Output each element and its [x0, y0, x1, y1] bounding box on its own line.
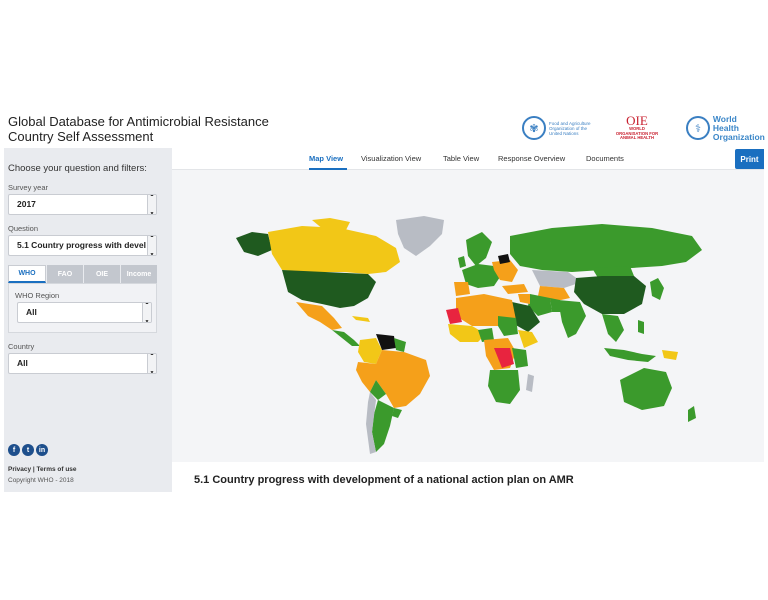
who-region-select[interactable]: All ▲ ▼ [17, 302, 152, 323]
map-region-east-africa[interactable] [512, 348, 528, 368]
who-logo-text: World Health Organization [712, 113, 765, 142]
map-region-usa[interactable] [282, 270, 376, 308]
footer-links[interactable]: Privacy | Terms of use [8, 466, 77, 473]
question-select[interactable]: 5.1 Country progress with devel ▲ ▼ [8, 235, 157, 256]
tab-documents[interactable]: Documents [586, 154, 624, 163]
organization-tabs: WHO FAO OIE Income [8, 265, 157, 283]
map-region-sudan[interactable] [498, 316, 518, 336]
map-region-australia[interactable] [620, 368, 672, 410]
sidebar: Choose your question and filters: Survey… [4, 148, 172, 492]
oie-logo[interactable]: OIE WORLD ORGANISATION FOR ANIMAL HEALTH [614, 114, 660, 142]
map-region-india[interactable] [558, 300, 586, 338]
tab-oie[interactable]: OIE [84, 265, 120, 283]
world-map-svg[interactable] [172, 170, 764, 462]
survey-year-select[interactable]: 2017 ▲ ▼ [8, 194, 157, 215]
map-region-uk[interactable] [458, 256, 466, 268]
tab-income[interactable]: Income [121, 265, 157, 283]
who-emblem-icon: ⚕ [686, 116, 710, 140]
main-content: Map View Visualization View Table View R… [172, 148, 764, 492]
map-region-brazil[interactable] [376, 350, 430, 408]
fao-logo-text: Food and Agriculture Organization of the… [549, 120, 591, 136]
fao-logo[interactable]: ✾ Food and Agriculture Organization of t… [522, 114, 599, 142]
oie-logo-text: WORLD ORGANISATION FOR ANIMAL HEALTH [615, 126, 659, 141]
map-region-greenland[interactable] [396, 216, 444, 256]
chevron-updown-icon[interactable]: ▲ ▼ [147, 195, 156, 214]
map-region-russia[interactable] [510, 224, 702, 272]
tab-response-overview[interactable]: Response Overview [498, 154, 565, 163]
map-region-kazakhstan[interactable] [532, 270, 582, 288]
question-label: Question [8, 224, 39, 233]
map-region-central-america[interactable] [332, 330, 360, 346]
country-label: Country [8, 342, 35, 351]
survey-year-label: Survey year [8, 183, 49, 192]
title-line-1: Global Database for Antimicrobial Resist… [8, 114, 269, 129]
map-region-ethiopia[interactable] [518, 330, 538, 348]
map-region-korea-japan[interactable] [650, 278, 664, 300]
map-region-iberia[interactable] [454, 282, 470, 296]
country-select[interactable]: All ▲ ▼ [8, 353, 157, 374]
map-region-southern-africa[interactable] [488, 370, 520, 404]
twitter-icon[interactable]: t [22, 444, 34, 456]
chevron-updown-icon[interactable]: ▲ ▼ [147, 236, 156, 255]
who-logo[interactable]: ⚕ World Health Organization [686, 114, 765, 142]
map-region-iraq[interactable] [518, 294, 530, 304]
who-region-value: All [26, 307, 37, 317]
social-links: f t in [8, 444, 48, 456]
survey-year-value: 2017 [17, 199, 36, 209]
who-region-panel: WHO Region All ▲ ▼ [8, 283, 157, 333]
tab-fao[interactable]: FAO [47, 265, 83, 283]
header: Global Database for Antimicrobial Resist… [4, 108, 765, 148]
title-line-2: Country Self Assessment [8, 129, 154, 144]
linkedin-icon[interactable]: in [36, 444, 48, 456]
chevron-updown-icon[interactable]: ▲ ▼ [142, 303, 151, 322]
print-button[interactable]: Print [735, 149, 764, 169]
map-region-southeast-asia[interactable] [602, 314, 624, 342]
map-region-alaska[interactable] [236, 232, 272, 256]
page-title: Global Database for Antimicrobial Resist… [8, 114, 269, 144]
country-value: All [17, 358, 28, 368]
tab-map-view[interactable]: Map View [309, 154, 343, 163]
chevron-updown-icon[interactable]: ▲ ▼ [147, 354, 156, 373]
who-logo-line-1: World Health [712, 113, 739, 133]
map-region-new-zealand[interactable] [688, 406, 696, 422]
map-region-scandinavia[interactable] [466, 232, 492, 266]
tab-visualization-view[interactable]: Visualization View [361, 154, 421, 163]
map-region-guyana[interactable] [394, 338, 406, 352]
tab-table-view[interactable]: Table View [443, 154, 479, 163]
map-region-png[interactable] [662, 350, 678, 360]
map-region-canada[interactable] [268, 226, 400, 274]
view-nav: Map View Visualization View Table View R… [172, 148, 764, 170]
question-value: 5.1 Country progress with devel [17, 240, 146, 250]
map-region-turkey[interactable] [502, 284, 528, 294]
map-region-china[interactable] [574, 276, 646, 314]
copyright: Copyright WHO - 2018 [8, 477, 74, 484]
who-logo-line-2: Organization [712, 131, 765, 142]
fao-emblem-icon: ✾ [522, 116, 546, 140]
map-region-madagascar[interactable] [526, 374, 534, 392]
map-region-cuba[interactable] [352, 316, 370, 322]
app-frame: Global Database for Antimicrobial Resist… [4, 108, 765, 492]
world-map[interactable] [172, 170, 764, 462]
facebook-icon[interactable]: f [8, 444, 20, 456]
who-region-label: WHO Region [15, 291, 60, 300]
filters-heading: Choose your question and filters: [8, 163, 147, 174]
tab-who[interactable]: WHO [8, 265, 46, 283]
question-title: 5.1 Country progress with development of… [194, 474, 574, 486]
map-region-philippines[interactable] [638, 320, 644, 334]
map-region-indonesia[interactable] [604, 348, 656, 362]
map-region-argentina[interactable] [372, 400, 394, 452]
